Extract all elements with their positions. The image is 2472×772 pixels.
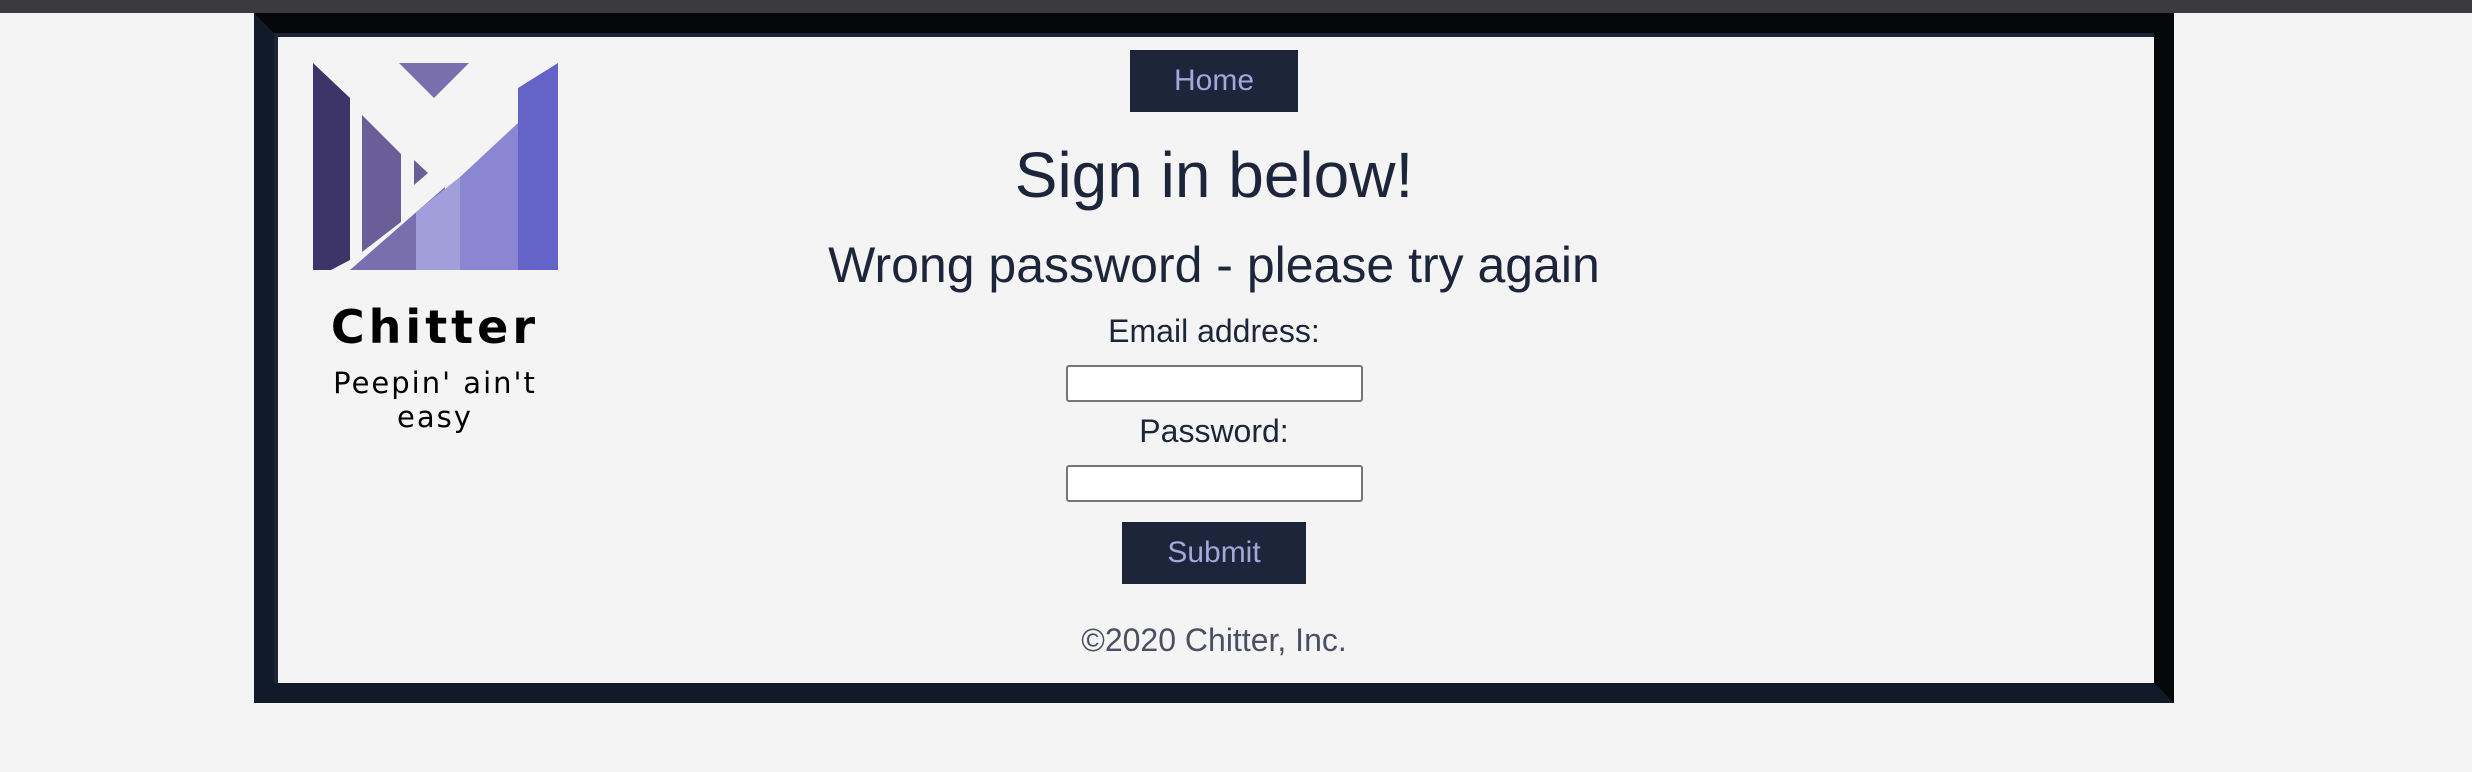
footer-copyright: ©2020 Chitter, Inc.: [1081, 622, 1347, 658]
email-field[interactable]: [1066, 365, 1363, 402]
submit-button[interactable]: Submit: [1122, 522, 1306, 584]
brand-name: Chitter: [330, 300, 540, 354]
browser-top-bar: [0, 0, 2472, 13]
password-label: Password:: [1139, 413, 1289, 449]
page-title: Sign in below!: [1014, 139, 1414, 211]
brand-tagline: Peepin' ain't easy: [333, 366, 537, 434]
email-label: Email address:: [1108, 313, 1320, 349]
password-field[interactable]: [1066, 465, 1363, 502]
chitter-logo-icon[interactable]: [310, 62, 558, 270]
home-button[interactable]: Home: [1130, 50, 1298, 112]
error-message: Wrong password - please try again: [828, 237, 1600, 293]
